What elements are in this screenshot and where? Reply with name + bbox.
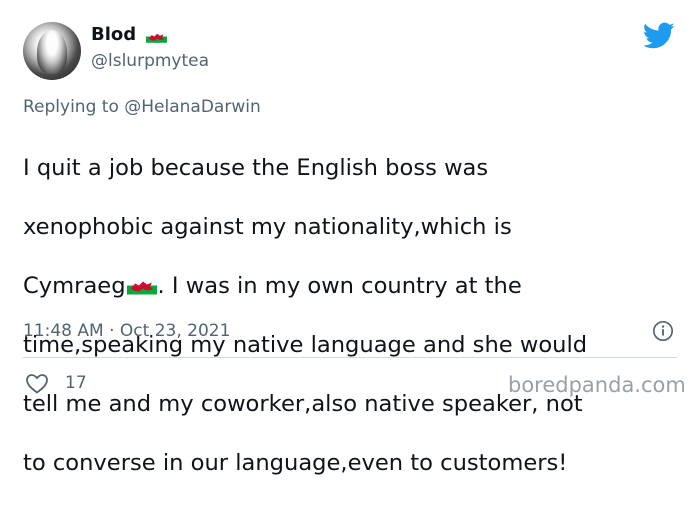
- reply-prefix: Replying to: [23, 97, 119, 117]
- tweet-line-part: . I was in my own country at the: [157, 272, 522, 299]
- tweet-text: I quit a job because the English boss wa…: [23, 124, 693, 508]
- tweet-line: Cymraeg . I was in my own country at the: [23, 272, 693, 302]
- reply-mention-link[interactable]: @HelanaDarwin: [124, 97, 260, 117]
- avatar[interactable]: [23, 22, 81, 80]
- tweet-timestamp[interactable]: 11:48 AM · Oct 23, 2021: [23, 320, 230, 342]
- tweet-line-part: Cymraeg: [23, 272, 126, 299]
- tweet-line: xenophobic against my nationality,which …: [23, 213, 512, 240]
- avatar-figure: [37, 30, 67, 74]
- heart-icon[interactable]: [25, 372, 49, 394]
- tweet-date: Oct 23, 2021: [119, 321, 231, 341]
- display-name[interactable]: Blod: [91, 24, 136, 46]
- like-count: 17: [65, 373, 87, 393]
- divider: [23, 357, 677, 358]
- tweet-line: I quit a job because the English boss wa…: [23, 154, 489, 181]
- welsh-flag-icon: [126, 276, 157, 294]
- reply-context: Replying to @HelanaDarwin: [23, 96, 261, 118]
- watermark: boredpanda.com: [508, 373, 686, 397]
- timestamp-separator: ·: [109, 321, 115, 341]
- user-handle[interactable]: @lslurpmytea: [91, 50, 209, 72]
- tweet-time: 11:48 AM: [23, 321, 104, 341]
- twitter-bird-icon[interactable]: [643, 22, 675, 50]
- tweet-line: to converse in our language,even to cust…: [23, 449, 568, 476]
- info-icon[interactable]: [652, 320, 674, 342]
- welsh-flag-icon: [146, 30, 167, 43]
